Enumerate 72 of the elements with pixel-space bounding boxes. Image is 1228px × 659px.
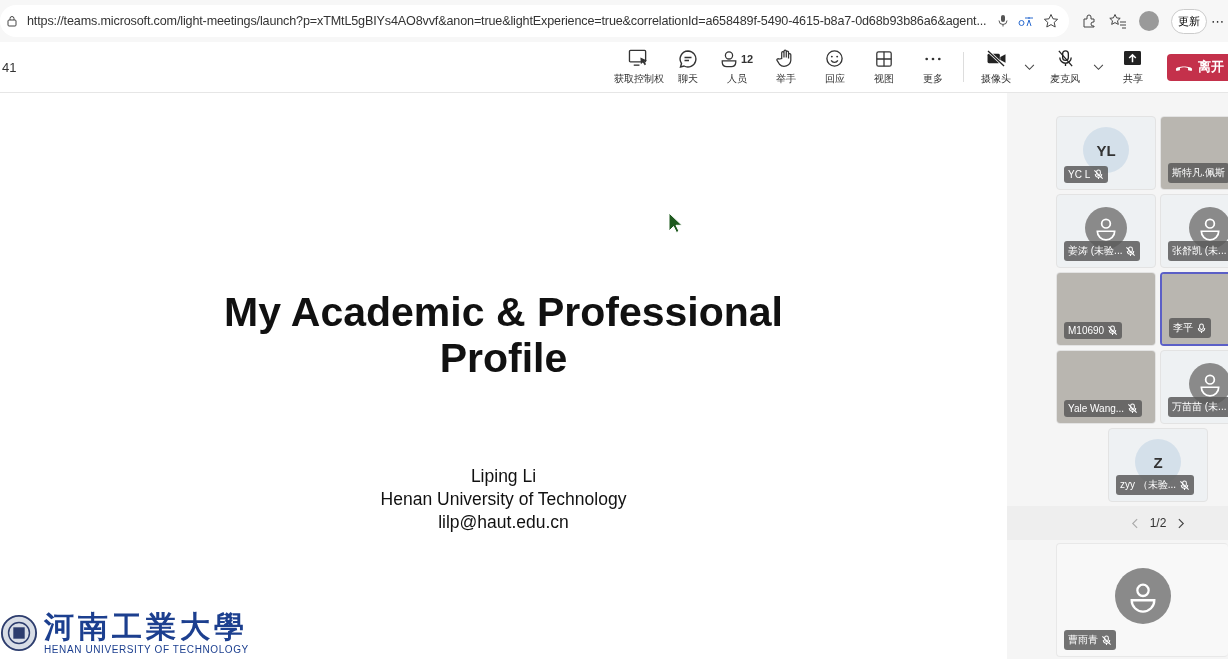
star-icon[interactable] — [1043, 13, 1059, 29]
muted-microphone-icon — [1101, 634, 1112, 646]
mouse-pointer-icon — [668, 212, 682, 234]
meeting-timer: 41 — [1, 59, 18, 75]
react-button[interactable]: 回应 — [810, 48, 859, 86]
hand-button[interactable]: 举手 — [761, 48, 810, 86]
muted-microphone-icon — [1055, 49, 1075, 68]
share-button[interactable]: 共享 — [1108, 48, 1157, 86]
microphone-icon[interactable] — [997, 14, 1009, 28]
muted-microphone-icon — [1179, 479, 1191, 491]
video-tile[interactable]: M10690 — [1056, 272, 1156, 346]
participant-name: 姜涛 (未验... — [1064, 241, 1141, 261]
camera-off-icon — [985, 50, 1007, 67]
muted-microphone-icon — [1093, 169, 1105, 180]
participant-tile[interactable]: 张舒凯 (未... — [1160, 194, 1228, 268]
participant-tile[interactable]: YL YC L — [1056, 116, 1156, 190]
grid-icon — [874, 49, 893, 68]
muted-microphone-icon — [1125, 245, 1137, 257]
more-menu[interactable]: ⋯ — [1211, 13, 1224, 29]
participant-name: YC L — [1064, 166, 1109, 183]
chat-button[interactable]: 聊天 — [663, 48, 712, 86]
microphone-icon — [1196, 322, 1207, 334]
chevron-right-icon[interactable] — [1178, 517, 1186, 529]
address-bar[interactable]: https://teams.microsoft.com/light-meetings/launch?p=xTMtL5gBIYs4AO8vvf&anon=true&lightExperience=true&correlationId=a658489f-5490-4615-b8a7-0d68b93b86a6&agent... — [0, 5, 1069, 37]
university-name-chinese: 河南工業大學 — [44, 610, 249, 644]
take-control-button[interactable]: 获取控制权 — [614, 48, 663, 86]
update-button[interactable]: 更新 — [1171, 8, 1207, 34]
participant-name: 斯特凡.佩斯 — [1168, 163, 1228, 183]
video-tile[interactable]: 斯特凡.佩斯 — [1160, 116, 1228, 190]
chevron-down-icon[interactable] — [1093, 63, 1104, 71]
university-name-english: HENAN UNIVERSITY OF TECHNOLOGY — [44, 644, 249, 655]
favorites-icon[interactable] — [1109, 13, 1127, 29]
camera-button[interactable]: 摄像头 — [970, 48, 1022, 86]
participant-name: 万苗苗 (未... — [1168, 397, 1228, 417]
participant-tile[interactable]: 姜涛 (未验... — [1056, 194, 1156, 268]
extensions-icon[interactable] — [1081, 13, 1097, 29]
leave-button[interactable]: 离开 — [1167, 53, 1228, 81]
participant-name: 李平 — [1169, 318, 1211, 338]
chevron-down-icon[interactable] — [1024, 63, 1035, 71]
participant-name: 张舒凯 (未... — [1168, 241, 1228, 261]
screen-pointer-icon — [628, 49, 649, 68]
translate-icon[interactable] — [1018, 14, 1034, 28]
page-indicator: 1/2 — [1149, 516, 1167, 530]
video-tile[interactable]: 李平 — [1160, 272, 1228, 346]
slide-title: My Academic & Professional Profile — [223, 289, 784, 381]
participant-tile[interactable]: Z zyy （未验... — [1108, 428, 1208, 502]
author-name: Liping Li — [469, 465, 538, 488]
email-text: lilp@haut.edu.cn — [437, 511, 570, 534]
profile-avatar[interactable] — [1139, 11, 1159, 31]
share-screen-icon — [1123, 50, 1142, 67]
view-button[interactable]: 视图 — [859, 48, 908, 86]
smiley-icon — [825, 49, 844, 68]
chat-icon — [677, 48, 698, 69]
participant-name: M10690 — [1064, 322, 1123, 339]
participant-name: zyy （未验... — [1116, 475, 1195, 495]
participant-count: 12 — [740, 52, 754, 65]
affiliation-text: Henan University of Technology — [380, 488, 627, 511]
participant-tile[interactable]: 万苗苗 (未... — [1160, 350, 1228, 424]
microphone-button[interactable]: 麦克风 — [1039, 48, 1091, 86]
participant-name: Yale Wang... — [1064, 400, 1143, 417]
more-icon — [923, 55, 942, 62]
person-icon — [719, 49, 738, 68]
participant-tile[interactable]: 曹雨青 — [1056, 543, 1228, 657]
muted-microphone-icon — [1107, 325, 1119, 336]
video-tile[interactable]: Yale Wang... — [1056, 350, 1156, 424]
url-text: https://teams.microsoft.com/light-meetings/launch?p=xTMtL5gBIYs4AO8vvf&anon=true&lightExperience=true&correlationId=a658489f-5490-4615-b8a7-0d68b93b86a6&agent... — [27, 14, 988, 28]
more-button[interactable]: 更多 — [908, 48, 957, 86]
site-info-icon — [6, 15, 18, 27]
university-seal-icon — [0, 612, 38, 653]
participant-name: 曹雨青 — [1064, 630, 1116, 650]
muted-microphone-icon — [1127, 403, 1139, 414]
people-button[interactable]: 12 人员 — [712, 48, 761, 86]
